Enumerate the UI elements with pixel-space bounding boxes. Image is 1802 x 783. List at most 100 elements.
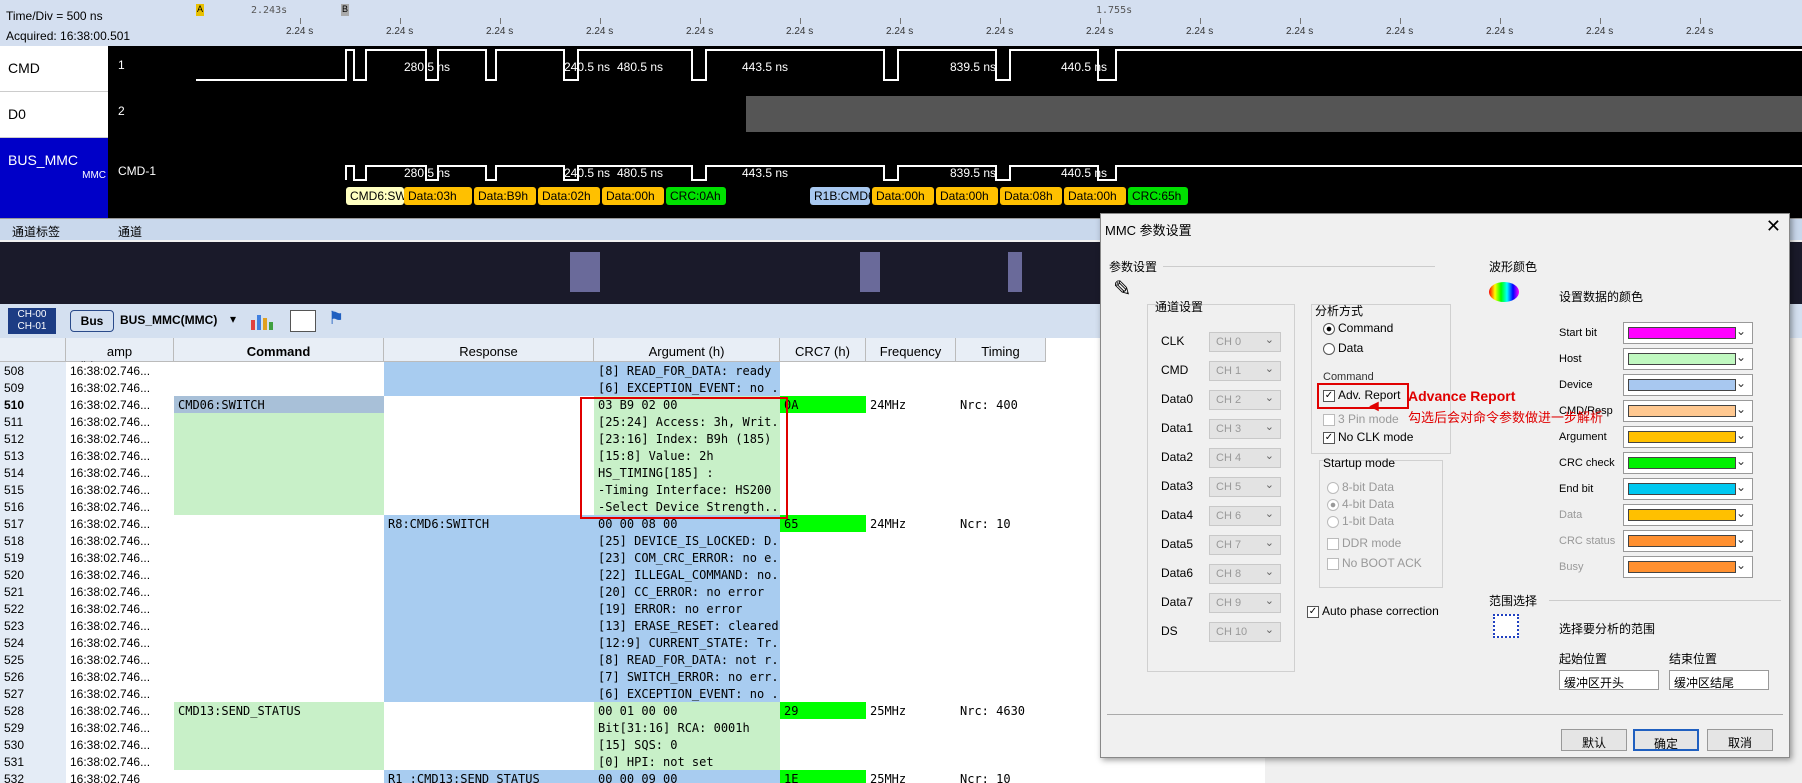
table-cell xyxy=(780,362,866,379)
color-select[interactable] xyxy=(1623,556,1753,578)
channel-select[interactable]: CH 2 xyxy=(1209,390,1281,410)
flag-icon[interactable]: ⚑ xyxy=(328,308,344,329)
bus-packet[interactable]: Data:03h xyxy=(404,187,472,205)
adv-report-checkbox[interactable]: ✓ Adv. Report xyxy=(1323,388,1400,402)
bus-packet[interactable]: CRC:0Ah xyxy=(666,187,726,205)
table-cell xyxy=(956,583,1046,600)
pin3-checkbox[interactable]: 3 Pin mode xyxy=(1323,412,1399,426)
table-row[interactable]: 518 16:38:02.746... [25] DEVICE_IS_LOCKED:… xyxy=(0,532,1265,549)
waveform-area[interactable]: CMD 1 D0 2 BUS_MMC MMC CMD-1 280.5 ns 280… xyxy=(0,46,1802,218)
color-select[interactable] xyxy=(1623,374,1753,396)
color-select[interactable] xyxy=(1623,426,1753,448)
table-row[interactable]: 522 16:38:02.746... [19] ERROR: no error xyxy=(0,600,1265,617)
channel-select[interactable]: CH 0 xyxy=(1209,332,1281,352)
color-select[interactable] xyxy=(1623,348,1753,370)
close-icon[interactable]: ✕ xyxy=(1766,216,1781,237)
channel-toggle[interactable]: CH-00 CH-01 xyxy=(8,308,56,334)
color-select[interactable] xyxy=(1623,400,1753,422)
ddr-checkbox[interactable]: DDR mode xyxy=(1327,536,1401,550)
radio-command[interactable]: Command xyxy=(1323,321,1393,335)
table-row[interactable]: 519 16:38:02.746... [23] COM_CRC_ERROR: no… xyxy=(0,549,1265,566)
column-header[interactable]: CRC7 (h) xyxy=(780,338,866,362)
bus-packet[interactable]: CMD6:SWI xyxy=(346,187,404,205)
bus-packet[interactable]: R1B:CMD6 xyxy=(810,187,870,205)
channel-select[interactable]: CH 1 xyxy=(1209,361,1281,381)
bus-select[interactable]: BUS_MMC(MMC) xyxy=(120,313,217,327)
table-row[interactable]: 527 16:38:02.746... [6] EXCEPTION_EVENT: n… xyxy=(0,685,1265,702)
bus-packet[interactable]: Data:00h xyxy=(872,187,934,205)
bus-mode-button[interactable]: Bus xyxy=(70,310,114,332)
table-row[interactable]: 525 16:38:02.746... [8] READ_FOR_DATA: not… xyxy=(0,651,1265,668)
color-label: CRC status xyxy=(1559,535,1616,547)
default-button[interactable]: 默认 xyxy=(1561,729,1627,751)
table-row[interactable]: 509 16:38:02.746... [6] EXCEPTION_EVENT: n… xyxy=(0,379,1265,396)
color-select[interactable] xyxy=(1623,452,1753,474)
noboot-checkbox[interactable]: No BOOT ACK xyxy=(1327,556,1422,570)
channel-select[interactable]: CH 9 xyxy=(1209,593,1281,613)
auto-phase-checkbox[interactable]: ✓ Auto phase correction xyxy=(1307,604,1439,618)
table-row[interactable]: 532 16:38:02.746 R1 :CMD13:SEND_STATUS 00 0… xyxy=(0,770,1265,783)
table-cell xyxy=(956,753,1046,770)
time-div-label[interactable]: Time/Div = 500 ns xyxy=(6,9,103,23)
color-select[interactable] xyxy=(1623,530,1753,552)
table-cell: [15] SQS: 0 xyxy=(594,736,780,753)
channel-select[interactable]: CH 6 xyxy=(1209,506,1281,526)
protocol-table[interactable]: amp (hh:mm:ss.msCommandResponseArgument … xyxy=(0,338,1265,783)
table-row[interactable]: 524 16:38:02.746... [12:9] CURRENT_STATE: … xyxy=(0,634,1265,651)
bus-packet[interactable]: Data:02h xyxy=(538,187,600,205)
bar-chart-icon[interactable] xyxy=(248,310,278,332)
marker-b[interactable]: B xyxy=(341,4,349,16)
channel-select[interactable]: CH 5 xyxy=(1209,477,1281,497)
bus-packet[interactable]: Data:00h xyxy=(1064,187,1126,205)
table-row[interactable]: 508 16:38:02.746... [8] READ_FOR_DATA: rea… xyxy=(0,362,1265,379)
color-select[interactable] xyxy=(1623,504,1753,526)
bus-packet[interactable]: Data:00h xyxy=(936,187,998,205)
channel-select[interactable]: CH 7 xyxy=(1209,535,1281,555)
table-row[interactable]: 521 16:38:02.746... [20] CC_ERROR: no erro… xyxy=(0,583,1265,600)
table-row[interactable]: 529 16:38:02.746... Bit[31:16] RCA: 0001h xyxy=(0,719,1265,736)
color-label: CRC check xyxy=(1559,457,1615,469)
bus-packet[interactable]: Data:08h xyxy=(1000,187,1062,205)
table-cell: 513 xyxy=(0,447,66,464)
table-row[interactable]: 520 16:38:02.746... [22] ILLEGAL_COMMAND: … xyxy=(0,566,1265,583)
bus-packet[interactable]: CRC:65h xyxy=(1128,187,1188,205)
radio-data[interactable]: Data xyxy=(1323,341,1363,355)
cancel-button[interactable]: 取消 xyxy=(1707,729,1773,751)
column-header[interactable]: Timing xyxy=(956,338,1046,362)
bus-packet[interactable]: Data:B9h xyxy=(474,187,536,205)
column-header[interactable]: Argument (h) xyxy=(594,338,780,362)
table-row[interactable]: 528 16:38:02.746... CMD13:SEND_STATUS 00 01… xyxy=(0,702,1265,719)
end-pos-select[interactable]: 缓冲区结尾 xyxy=(1669,670,1769,690)
radio-8bit[interactable]: 8-bit Data xyxy=(1327,480,1394,494)
ok-button[interactable]: 确定 xyxy=(1633,729,1699,751)
color-select[interactable] xyxy=(1623,322,1753,344)
marker-a[interactable]: A xyxy=(196,4,204,16)
channel-select[interactable]: CH 3 xyxy=(1209,419,1281,439)
channel-select[interactable]: CH 10 xyxy=(1209,622,1281,642)
start-pos-select[interactable]: 缓冲区开头 xyxy=(1559,670,1659,690)
table-row[interactable]: 523 16:38:02.746... [13] ERASE_RESET: clea… xyxy=(0,617,1265,634)
table-cell xyxy=(956,736,1046,753)
column-header[interactable]: Response xyxy=(384,338,594,362)
chevron-down-icon[interactable]: ▾ xyxy=(230,312,236,326)
mmc-settings-dialog[interactable]: MMC 参数设置 ✕ 参数设置 ✎ 波形颜色 通道设置 CLK CH 0 CMD CH… xyxy=(1100,213,1790,758)
export-icon[interactable] xyxy=(290,310,316,332)
radio-1bit[interactable]: 1-bit Data xyxy=(1327,514,1394,528)
table-cell: 523 xyxy=(0,617,66,634)
table-row[interactable]: 531 16:38:02.746... [0] HPI: not set xyxy=(0,753,1265,770)
noclk-checkbox[interactable]: ✓ No CLK mode xyxy=(1323,430,1413,444)
table-row[interactable]: 526 16:38:02.746... [7] SWITCH_ERROR: no e… xyxy=(0,668,1265,685)
column-header[interactable]: Command xyxy=(174,338,384,362)
radio-4bit[interactable]: 4-bit Data xyxy=(1327,497,1394,511)
column-header[interactable]: amp (hh:mm:ss.ms xyxy=(66,338,174,374)
channel-select[interactable]: CH 4 xyxy=(1209,448,1281,468)
column-header[interactable]: Frequency xyxy=(866,338,956,362)
channel-select[interactable]: CH 8 xyxy=(1209,564,1281,584)
time-tick: 2.24 s xyxy=(286,18,314,37)
table-row[interactable]: 530 16:38:02.746... [15] SQS: 0 xyxy=(0,736,1265,753)
table-cell xyxy=(780,719,866,736)
bus-block[interactable]: BUS_MMC MMC xyxy=(0,138,108,218)
bus-packet[interactable]: Data:00h xyxy=(602,187,664,205)
color-label: End bit xyxy=(1559,483,1594,495)
color-select[interactable] xyxy=(1623,478,1753,500)
